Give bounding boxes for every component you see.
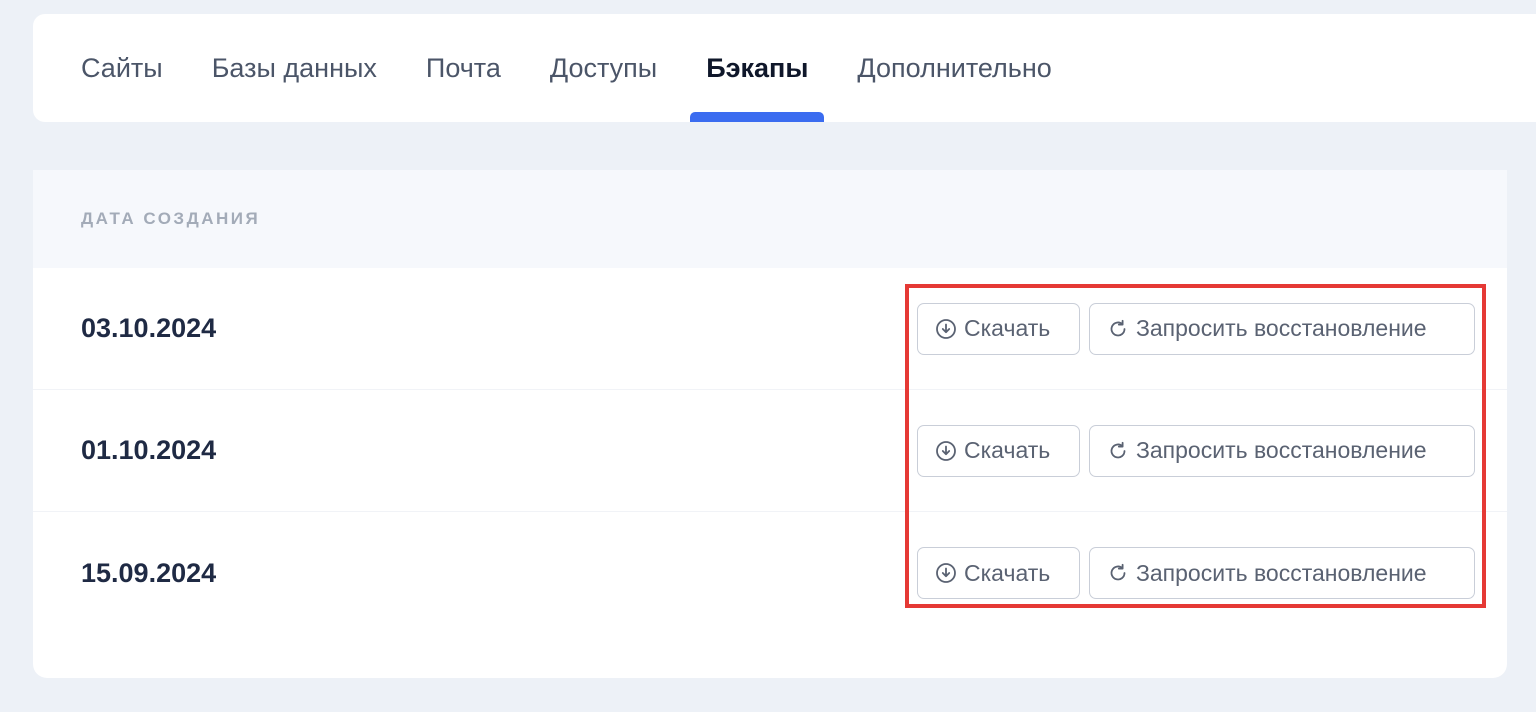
download-circle-icon: [936, 440, 956, 461]
table-row: 01.10.2024 Скачать Запросить восстановле…: [33, 390, 1507, 512]
table-row: 03.10.2024 Скачать Запросить восстановле…: [33, 268, 1507, 390]
row-actions: Скачать Запросить восстановление: [917, 390, 1475, 511]
row-actions: Скачать Запросить восстановление: [917, 268, 1475, 389]
request-restore-button[interactable]: Запросить восстановление: [1089, 547, 1475, 599]
request-restore-button[interactable]: Запросить восстановление: [1089, 424, 1475, 477]
refresh-icon: [1110, 319, 1126, 336]
table-row: 15.09.2024 Скачать Запросить восстановле…: [33, 512, 1507, 634]
tab-sites[interactable]: Сайты: [81, 14, 179, 122]
download-button[interactable]: Скачать: [917, 302, 1080, 355]
tab-backups[interactable]: Бэкапы: [690, 14, 825, 122]
download-circle-icon: [936, 318, 956, 339]
tabs-bar: Сайты Базы данных Почта Доступы Бэкапы Д…: [33, 14, 1536, 122]
tab-mail[interactable]: Почта: [410, 14, 517, 122]
backup-date: 03.10.2024: [81, 313, 217, 343]
restore-label: Запросить восстановление: [1136, 559, 1427, 586]
restore-label: Запросить восстановление: [1136, 315, 1427, 341]
download-label: Скачать: [964, 559, 1051, 586]
tab-label: Бэкапы: [706, 52, 809, 83]
request-restore-button[interactable]: Запросить восстановление: [1089, 302, 1475, 355]
backup-date: 15.09.2024: [81, 557, 217, 588]
download-button[interactable]: Скачать: [917, 547, 1080, 599]
refresh-icon: [1110, 441, 1126, 458]
backup-date: 01.10.2024: [81, 435, 217, 465]
backups-table: ДАТА СОЗДАНИЯ 03.10.2024 Скачать Запроси…: [33, 170, 1507, 678]
tab-label: Сайты: [81, 52, 163, 83]
download-label: Скачать: [964, 315, 1051, 341]
table-header: ДАТА СОЗДАНИЯ: [33, 170, 1507, 268]
tab-label: Доступы: [549, 52, 658, 83]
row-actions: Скачать Запросить восстановление: [917, 512, 1475, 634]
tab-list: Сайты Базы данных Почта Доступы Бэкапы Д…: [81, 14, 1085, 122]
column-header-created-date: ДАТА СОЗДАНИЯ: [81, 209, 261, 228]
restore-label: Запросить восстановление: [1136, 437, 1427, 463]
tab-additional[interactable]: Дополнительно: [841, 14, 1067, 122]
tab-label: Почта: [425, 52, 501, 83]
download-circle-icon: [936, 563, 956, 583]
download-button[interactable]: Скачать: [917, 424, 1080, 477]
download-label: Скачать: [964, 437, 1051, 463]
tab-databases[interactable]: Базы данных: [196, 14, 393, 122]
tab-label: Дополнительно: [857, 52, 1052, 83]
refresh-icon: [1110, 563, 1126, 581]
tab-label: Базы данных: [211, 52, 377, 83]
tab-access[interactable]: Доступы: [534, 14, 673, 122]
